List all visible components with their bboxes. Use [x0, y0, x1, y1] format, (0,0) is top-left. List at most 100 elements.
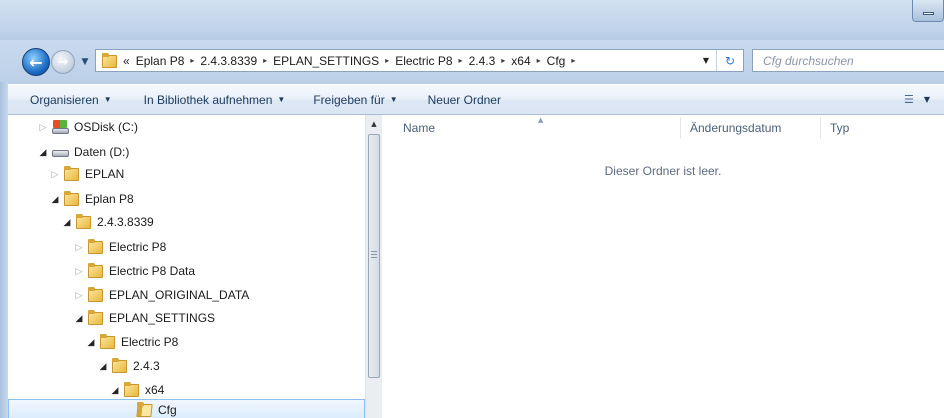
- sort-ascending-icon: ▲: [538, 116, 544, 124]
- chevron-down-icon: ▼: [923, 95, 930, 104]
- folder-icon: [100, 334, 116, 350]
- scrollbar-thumb[interactable]: [368, 134, 380, 378]
- column-header-type[interactable]: Typ: [830, 115, 849, 141]
- breadcrumb-item[interactable]: EPLAN_SETTINGS: [273, 54, 379, 68]
- collapse-icon[interactable]: ◢: [62, 217, 72, 228]
- change-view-button[interactable]: ☰ ▼: [904, 93, 930, 106]
- tree-item[interactable]: Cfg: [8, 399, 365, 418]
- column-header-date[interactable]: Änderungsdatum: [690, 115, 781, 141]
- breadcrumb-item[interactable]: Eplan P8: [136, 54, 185, 68]
- tree-item[interactable]: ◢ Electric P8: [8, 331, 365, 353]
- minimize-button[interactable]: [912, 0, 944, 22]
- share-label: Freigeben für: [313, 92, 385, 107]
- open-folder-icon: [137, 402, 153, 418]
- chevron-down-icon: ▼: [389, 95, 398, 104]
- column-divider[interactable]: [680, 117, 681, 139]
- tree-item[interactable]: ◢ Daten (D:): [8, 141, 365, 163]
- breadcrumb-separator-icon[interactable]: ▸: [385, 56, 389, 65]
- library-label: In Bibliothek aufnehmen: [143, 92, 273, 107]
- breadcrumb-separator-icon[interactable]: ▸: [190, 56, 194, 65]
- breadcrumb-separator-icon[interactable]: ▸: [459, 56, 463, 65]
- tree-item[interactable]: ▷ Electric P8: [8, 236, 365, 258]
- organize-button[interactable]: Organisieren ▼: [30, 93, 112, 107]
- tree-item-label: OSDisk (C:): [74, 120, 138, 134]
- search-placeholder: Cfg durchsuchen: [763, 53, 854, 68]
- tree-item[interactable]: ▷ Electric P8 Data: [8, 260, 365, 282]
- column-divider[interactable]: [820, 117, 821, 139]
- breadcrumb-item[interactable]: x64: [511, 54, 530, 68]
- folder-icon: [88, 287, 104, 303]
- view-details-icon: ☰: [903, 93, 914, 106]
- chevron-down-icon: ▼: [103, 95, 112, 104]
- breadcrumb-item[interactable]: 2.4.3: [469, 54, 496, 68]
- recent-pages-button[interactable]: ▼: [79, 55, 91, 69]
- tree-item[interactable]: ◢ x64: [8, 379, 365, 401]
- tree-item[interactable]: ◢ 2.4.3: [8, 355, 365, 377]
- breadcrumb-separator-icon[interactable]: ▸: [263, 56, 267, 65]
- navigation-pane-scrollbar[interactable]: ▲: [365, 115, 382, 418]
- tree-item[interactable]: ▷ OSDisk (C:): [8, 116, 365, 138]
- scroll-up-button[interactable]: ▲: [366, 117, 382, 131]
- column-header-name[interactable]: Name: [403, 115, 435, 141]
- back-button[interactable]: ←: [22, 48, 50, 76]
- folder-icon: [88, 263, 104, 279]
- chevron-down-icon: ▼: [702, 56, 710, 65]
- folder-icon: [64, 166, 80, 182]
- file-list[interactable]: Name ▲ Änderungsdatum Typ Dieser Ordner …: [382, 115, 944, 418]
- tree-item[interactable]: ◢ Eplan P8: [8, 188, 365, 210]
- organize-label: Organisieren: [30, 92, 99, 107]
- folder-icon: [124, 382, 140, 398]
- share-with-button[interactable]: Freigeben für ▼: [313, 93, 397, 107]
- expand-icon[interactable]: ▷: [38, 122, 48, 133]
- collapse-icon[interactable]: ◢: [110, 385, 120, 396]
- expand-icon[interactable]: ▷: [50, 169, 60, 180]
- collapse-icon[interactable]: ◢: [38, 147, 48, 158]
- breadcrumb-separator-icon[interactable]: ▸: [537, 56, 541, 65]
- grip-icon: [371, 251, 377, 259]
- column-type-label: Typ: [830, 121, 850, 135]
- window-titlebar: [0, 0, 944, 40]
- refresh-button[interactable]: ↻: [716, 50, 743, 71]
- tree-item-label: 2.4.3.8339: [97, 215, 154, 229]
- collapse-icon[interactable]: ◢: [74, 313, 84, 324]
- breadcrumb-separator-icon[interactable]: ▸: [571, 56, 575, 65]
- tree-item[interactable]: ▷ EPLAN_ORIGINAL_DATA: [8, 284, 365, 306]
- include-in-library-button[interactable]: In Bibliothek aufnehmen ▼: [144, 93, 286, 107]
- address-history-dropdown[interactable]: ▼: [697, 50, 715, 71]
- chevron-down-icon: ▼: [277, 95, 286, 104]
- expand-icon[interactable]: ▷: [74, 290, 84, 301]
- breadcrumb-overflow[interactable]: «: [123, 54, 130, 68]
- folder-icon: [64, 191, 80, 207]
- empty-folder-message: Dieser Ordner ist leer.: [604, 164, 722, 178]
- expand-icon[interactable]: ▷: [74, 266, 84, 277]
- navigation-pane[interactable]: ▷ OSDisk (C:) ◢ Daten (D:) ▷ EPLAN ◢ Eplan P8 ◢ 2…: [8, 115, 365, 418]
- breadcrumb-item[interactable]: 2.4.3.8339: [200, 54, 257, 68]
- back-arrow-icon: ←: [29, 52, 43, 72]
- collapse-icon[interactable]: ◢: [98, 361, 108, 372]
- tree-item[interactable]: ◢ 2.4.3.8339: [8, 211, 365, 233]
- column-date-label: Änderungsdatum: [690, 121, 782, 135]
- tree-item[interactable]: ◢ EPLAN_SETTINGS: [8, 307, 365, 329]
- tree-item-label: Eplan P8: [85, 192, 134, 206]
- tree-item-label: Electric P8 Data: [109, 264, 196, 278]
- forward-button[interactable]: →: [51, 50, 75, 74]
- breadcrumb-item[interactable]: Cfg: [547, 54, 566, 68]
- window-frame: [0, 82, 8, 418]
- collapse-icon[interactable]: ◢: [50, 194, 60, 205]
- caret-up-icon: ▲: [371, 120, 377, 128]
- breadcrumb-separator-icon[interactable]: ▸: [501, 56, 505, 65]
- expand-icon[interactable]: ▷: [74, 242, 84, 253]
- breadcrumb: « Eplan P8 ▸ 2.4.3.8339 ▸ EPLAN_SETTINGS ▸ Ele…: [123, 54, 581, 68]
- search-input[interactable]: Cfg durchsuchen: [752, 49, 944, 72]
- breadcrumb-item[interactable]: Electric P8: [395, 54, 452, 68]
- collapse-icon[interactable]: ◢: [86, 337, 96, 348]
- folder-icon: [102, 52, 118, 69]
- folder-icon: [88, 239, 104, 255]
- data-drive-icon: [52, 144, 70, 160]
- address-bar[interactable]: « Eplan P8 ▸ 2.4.3.8339 ▸ EPLAN_SETTINGS ▸ Ele…: [95, 49, 744, 72]
- tree-item-label: Electric P8: [109, 240, 167, 254]
- system-drive-icon: [52, 119, 70, 135]
- new-folder-button[interactable]: Neuer Ordner: [428, 93, 501, 107]
- new-folder-label: Neuer Ordner: [427, 92, 501, 107]
- tree-item[interactable]: ▷ EPLAN: [8, 163, 365, 185]
